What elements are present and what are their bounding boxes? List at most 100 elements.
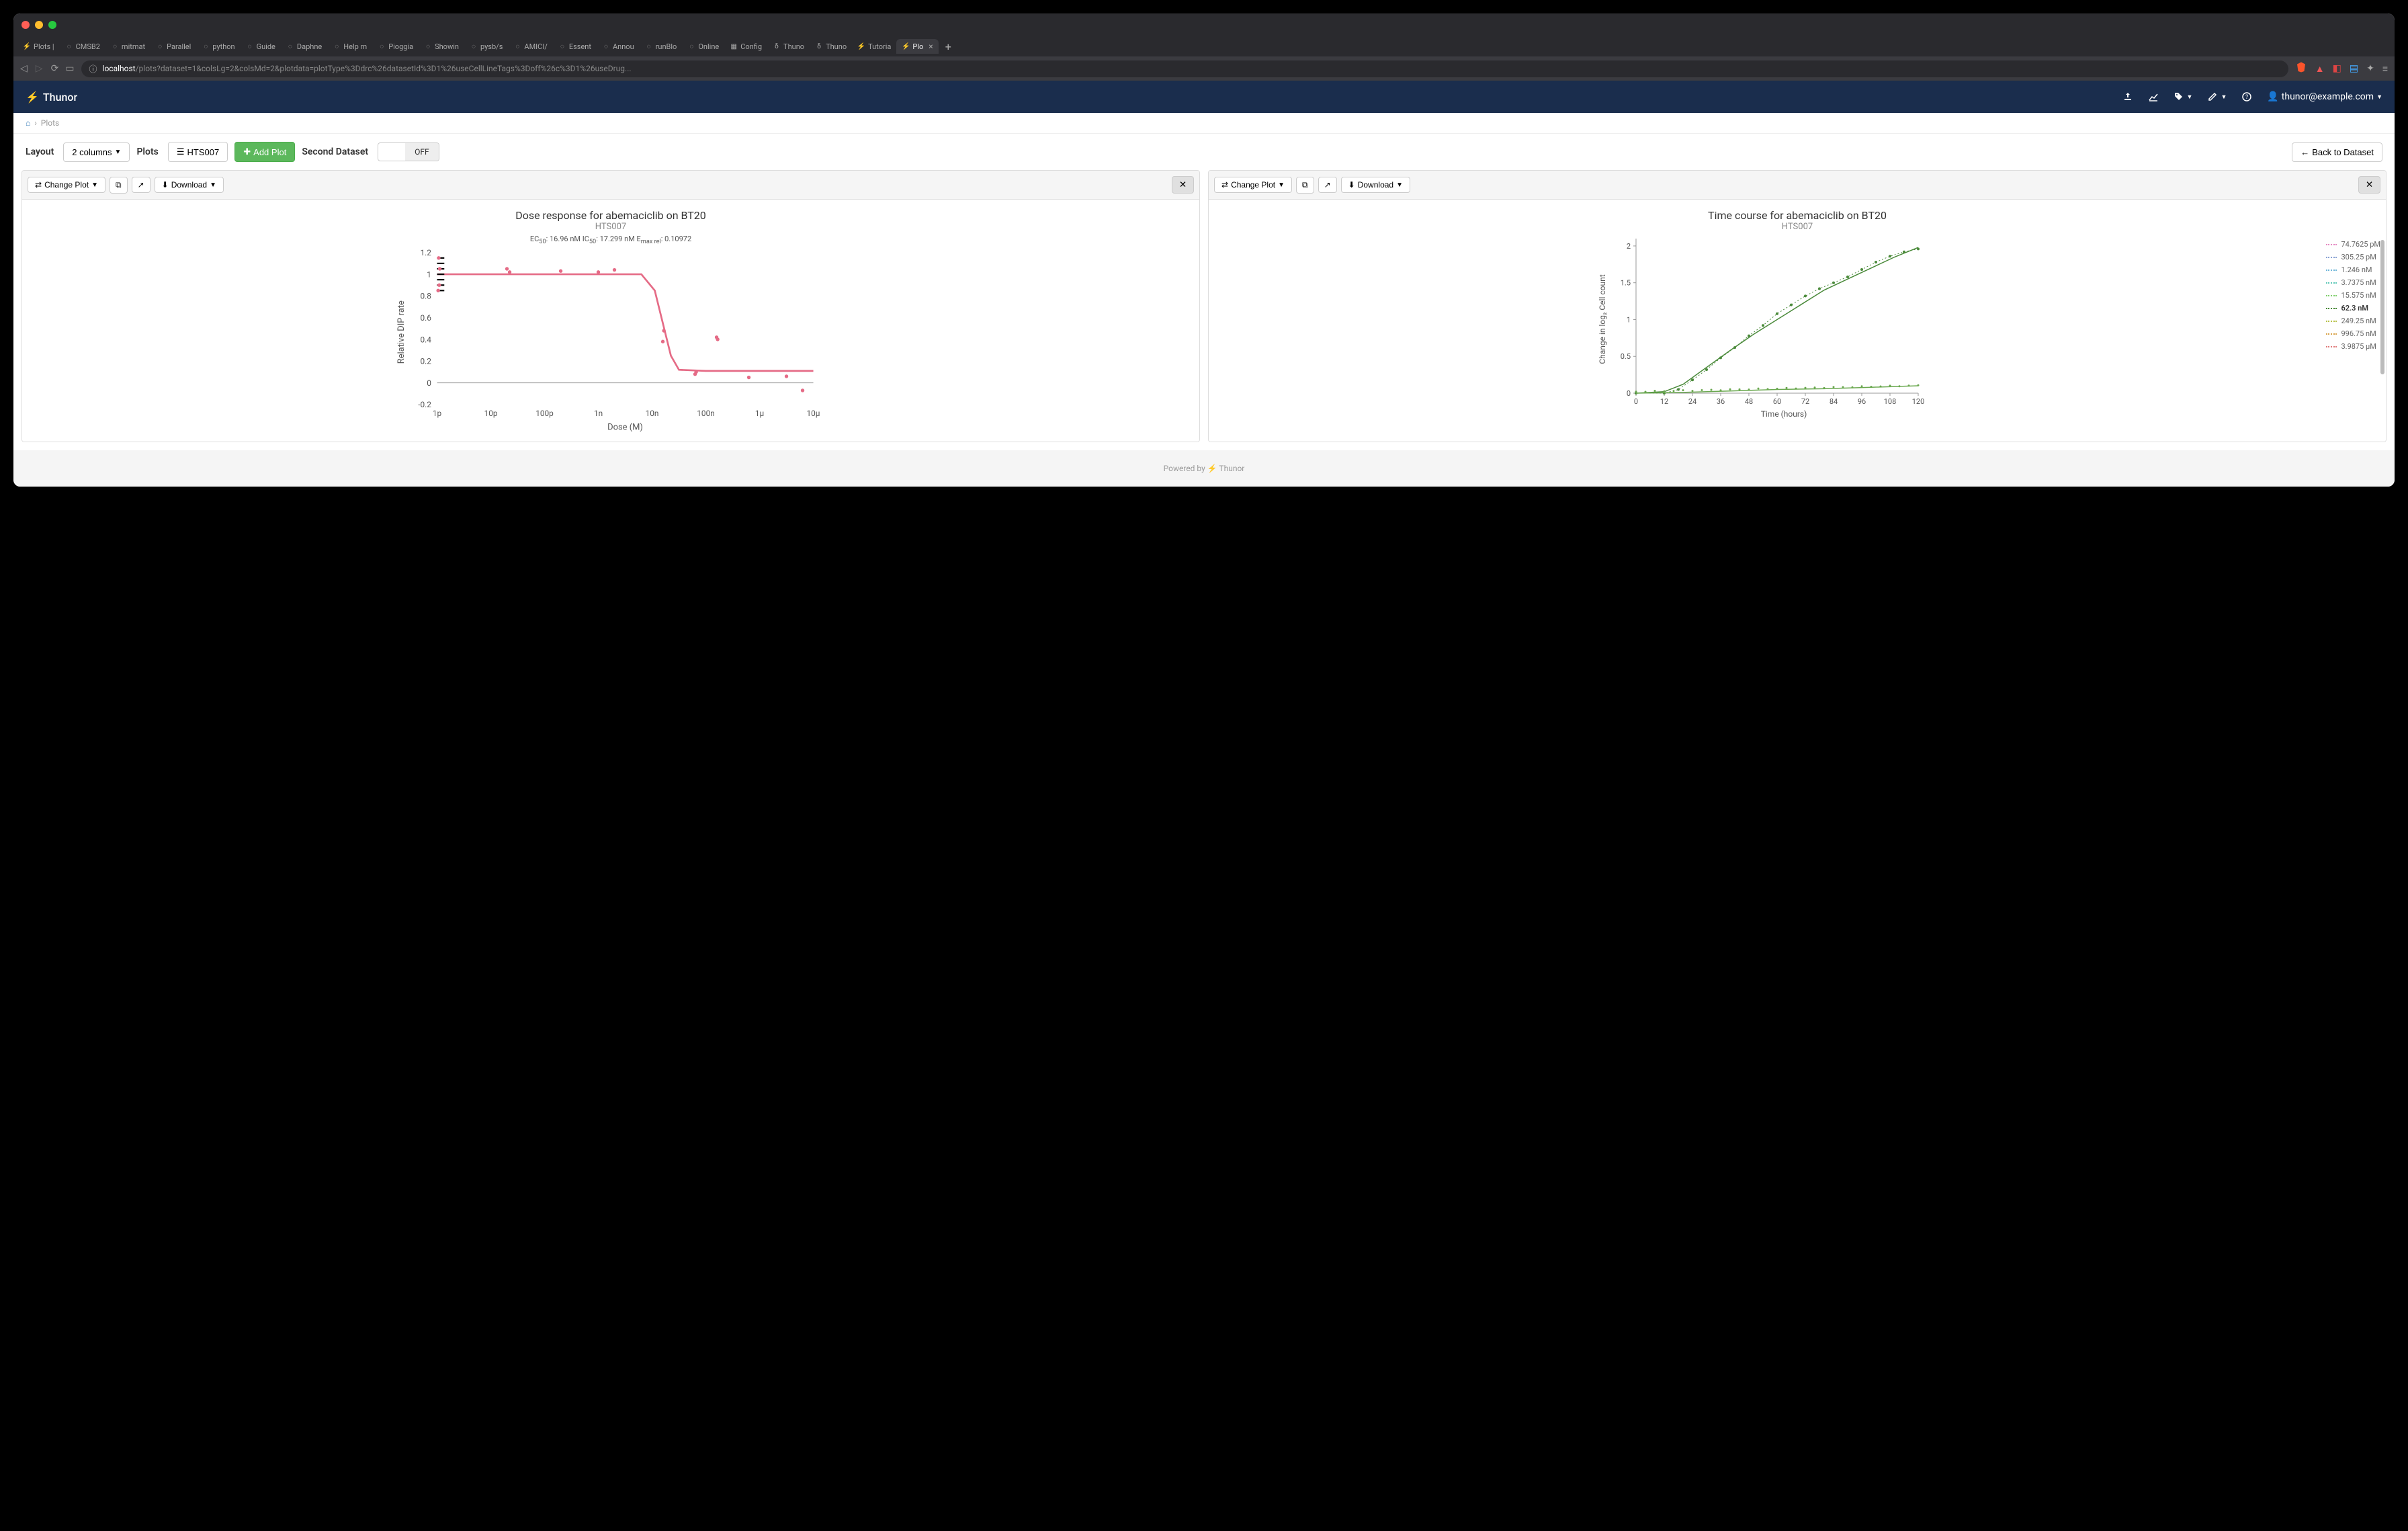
browser-tab[interactable]: ◌Pioggia <box>372 40 419 54</box>
back-button[interactable]: ◁ <box>20 63 28 74</box>
y-axis-label: Change in log₂ Cell count <box>1598 274 1607 364</box>
browser-tab[interactable]: δThuno <box>767 40 810 54</box>
minimize-window-button[interactable] <box>35 21 43 29</box>
browser-tab[interactable]: ▦Config <box>724 40 767 54</box>
tab-label: pysb/s <box>480 42 503 51</box>
legend-scrollbar[interactable] <box>2380 240 2384 374</box>
close-plot-button[interactable]: ✕ <box>1172 176 1194 194</box>
browser-tab[interactable]: ◌runBlo <box>640 40 683 54</box>
browser-tab[interactable]: ⚡Tutoria <box>852 40 896 54</box>
svg-text:0.2: 0.2 <box>421 357 432 366</box>
forward-button[interactable]: ▷ <box>36 63 43 74</box>
plot-panel-2: ⇄ Change Plot ▼ ⧉ ↗ ⬇ Download ▼ ✕ Time … <box>1208 170 2386 442</box>
change-plot-button[interactable]: ⇄ Change Plot ▼ <box>28 177 105 193</box>
browser-tab[interactable]: ◌Parallel <box>150 40 196 54</box>
legend-item[interactable]: 3.7375 nM <box>2326 278 2380 287</box>
legend-item[interactable]: 15.575 nM <box>2326 291 2380 300</box>
close-window-button[interactable] <box>22 21 30 29</box>
tab-label: CMSB2 <box>76 42 100 51</box>
legend-item[interactable]: 305.25 pM <box>2326 253 2380 261</box>
second-dataset-toggle[interactable]: OFF <box>378 142 439 161</box>
tab-favicon: ◌ <box>65 42 73 50</box>
add-plot-button[interactable]: ✚ Add Plot <box>234 142 295 162</box>
extension-icon-2[interactable]: ▤ <box>2350 63 2358 74</box>
legend-item[interactable]: 996.75 nM <box>2326 329 2380 338</box>
browser-tab[interactable]: ◌mitmat <box>105 40 150 54</box>
legend-swatch <box>2326 333 2337 335</box>
tab-favicon: ◌ <box>246 42 254 50</box>
browser-tab[interactable]: ◌Essent <box>553 40 597 54</box>
tab-label: Essent <box>569 42 591 51</box>
browser-tab[interactable]: ⚡Plots | <box>17 40 60 54</box>
breadcrumb-current: Plots <box>41 118 59 128</box>
change-plot-button[interactable]: ⇄ Change Plot ▼ <box>1214 177 1292 193</box>
x-axis-label: Dose (M) <box>607 423 643 433</box>
legend-item[interactable]: 1.246 nM <box>2326 265 2380 274</box>
browser-tab[interactable]: ◌python <box>196 40 240 54</box>
tab-favicon: ◌ <box>156 42 164 50</box>
browser-tab[interactable]: δThuno <box>810 40 852 54</box>
browser-tab[interactable]: ◌Showin <box>419 40 464 54</box>
svg-text:108: 108 <box>1884 397 1897 406</box>
plots-label: Plots <box>136 147 158 157</box>
browser-tab[interactable]: ◌Online <box>682 40 724 54</box>
close-plot-button[interactable]: ✕ <box>2358 176 2380 194</box>
legend-item[interactable]: 3.9875 µM <box>2326 342 2380 351</box>
legend-label: 996.75 nM <box>2341 329 2376 338</box>
download-plot-button[interactable]: ⬇ Download ▼ <box>1341 177 1410 193</box>
breadcrumb-home[interactable]: ⌂ <box>26 118 30 128</box>
browser-tab[interactable]: ◌Help m <box>327 40 372 54</box>
browser-tab[interactable]: ◌AMICI/ <box>508 40 552 54</box>
extensions-icon[interactable]: ✦ <box>2366 63 2374 74</box>
bookmark-icon[interactable]: ▭ <box>65 63 74 74</box>
edit-menu[interactable]: ▼ <box>2207 91 2227 102</box>
legend-item[interactable]: 62.3 nM <box>2326 304 2380 313</box>
open-plot-button[interactable]: ↗ <box>132 177 150 193</box>
plot-grid: ⇄ Change Plot ▼ ⧉ ↗ ⬇ Download ▼ ✕ Dose … <box>13 170 2395 450</box>
svg-text:0: 0 <box>1627 389 1631 398</box>
legend-item[interactable]: 74.7625 pM <box>2326 240 2380 249</box>
window-controls <box>22 21 56 29</box>
chart-icon[interactable] <box>2148 91 2159 102</box>
svg-text:1n: 1n <box>594 409 603 418</box>
legend-swatch <box>2326 257 2337 258</box>
browser-tab[interactable]: ◌Daphne <box>281 40 327 54</box>
breadcrumb: ⌂ › Plots <box>13 113 2395 134</box>
legend-label: 74.7625 pM <box>2341 240 2380 249</box>
browser-tab[interactable]: ◌Annou <box>597 40 640 54</box>
close-tab-icon[interactable]: × <box>929 42 933 51</box>
copy-plot-button[interactable]: ⧉ <box>110 177 128 194</box>
svg-text:10n: 10n <box>646 409 659 418</box>
svg-text:0.4: 0.4 <box>421 335 432 344</box>
reload-button[interactable]: ⟳ <box>51 63 59 74</box>
copy-plot-button[interactable]: ⧉ <box>1296 177 1314 194</box>
browser-tab[interactable]: ◌Guide <box>241 40 281 54</box>
tags-menu[interactable]: ▼ <box>2174 91 2193 102</box>
warning-icon[interactable]: ▲ <box>2315 63 2325 75</box>
layout-select[interactable]: 2 columns ▼ <box>63 142 130 162</box>
upload-icon[interactable] <box>2122 91 2133 102</box>
back-to-dataset-button[interactable]: ← Back to Dataset <box>2292 142 2382 162</box>
browser-tab[interactable]: ⚡Plo× <box>896 39 938 54</box>
tab-label: python <box>212 42 234 51</box>
open-plot-button[interactable]: ↗ <box>1318 177 1337 193</box>
app-brand[interactable]: ⚡ Thunor <box>26 91 77 104</box>
browser-tab[interactable]: ◌CMSB2 <box>60 40 105 54</box>
download-plot-button[interactable]: ⬇ Download ▼ <box>155 177 224 193</box>
dataset-button[interactable]: ☰ HTS007 <box>168 142 228 162</box>
legend-label: 3.9875 µM <box>2341 342 2376 351</box>
tab-favicon: δ <box>815 42 823 50</box>
browser-tab[interactable]: ◌pysb/s <box>464 40 508 54</box>
browser-address-bar: ◁ ▷ ⟳ ▭ ⓘ localhost/plots?dataset=1&cols… <box>13 56 2395 81</box>
user-menu[interactable]: 👤 thunor@example.com ▼ <box>2267 91 2382 102</box>
brave-shield-icon[interactable] <box>2295 61 2307 76</box>
extension-icon-1[interactable]: ◧ <box>2333 63 2341 74</box>
help-icon[interactable]: ? <box>2241 91 2252 102</box>
svg-text:?: ? <box>2245 94 2248 101</box>
new-tab-button[interactable]: + <box>939 40 958 53</box>
url-input[interactable]: ⓘ localhost/plots?dataset=1&colsLg=2&col… <box>81 60 2288 77</box>
menu-icon[interactable]: ≡ <box>2382 63 2388 75</box>
tab-favicon: ◌ <box>333 42 341 50</box>
legend-item[interactable]: 249.25 nM <box>2326 317 2380 325</box>
maximize-window-button[interactable] <box>48 21 56 29</box>
